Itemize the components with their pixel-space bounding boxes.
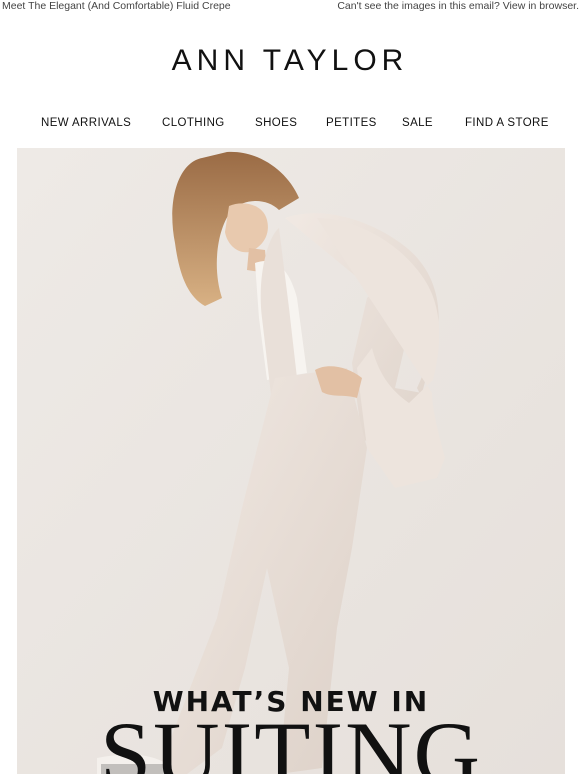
view-in-browser-link[interactable]: Can't see the images in this email? View… — [337, 0, 579, 12]
ann-taylor-logo[interactable]: ANN TAYLOR — [0, 44, 580, 78]
hero-model-illustration — [17, 148, 565, 774]
nav-find-a-store[interactable]: FIND A STORE — [465, 117, 549, 129]
hero-headline-main: SUITING — [100, 703, 482, 774]
preheader-text: Meet The Elegant (And Comfortable) Fluid… — [2, 0, 231, 12]
main-nav: NEW ARRIVALS CLOTHING SHOES PETITES SALE… — [0, 117, 580, 133]
preheader: Meet The Elegant (And Comfortable) Fluid… — [0, 0, 580, 14]
hero-banner[interactable]: WHAT’S NEW IN SUITING — [17, 148, 565, 774]
nav-shoes[interactable]: SHOES — [255, 117, 297, 129]
nav-sale[interactable]: SALE — [402, 117, 433, 129]
nav-clothing[interactable]: CLOTHING — [162, 117, 225, 129]
nav-petites[interactable]: PETITES — [326, 117, 377, 129]
nav-new-arrivals[interactable]: NEW ARRIVALS — [41, 117, 131, 129]
